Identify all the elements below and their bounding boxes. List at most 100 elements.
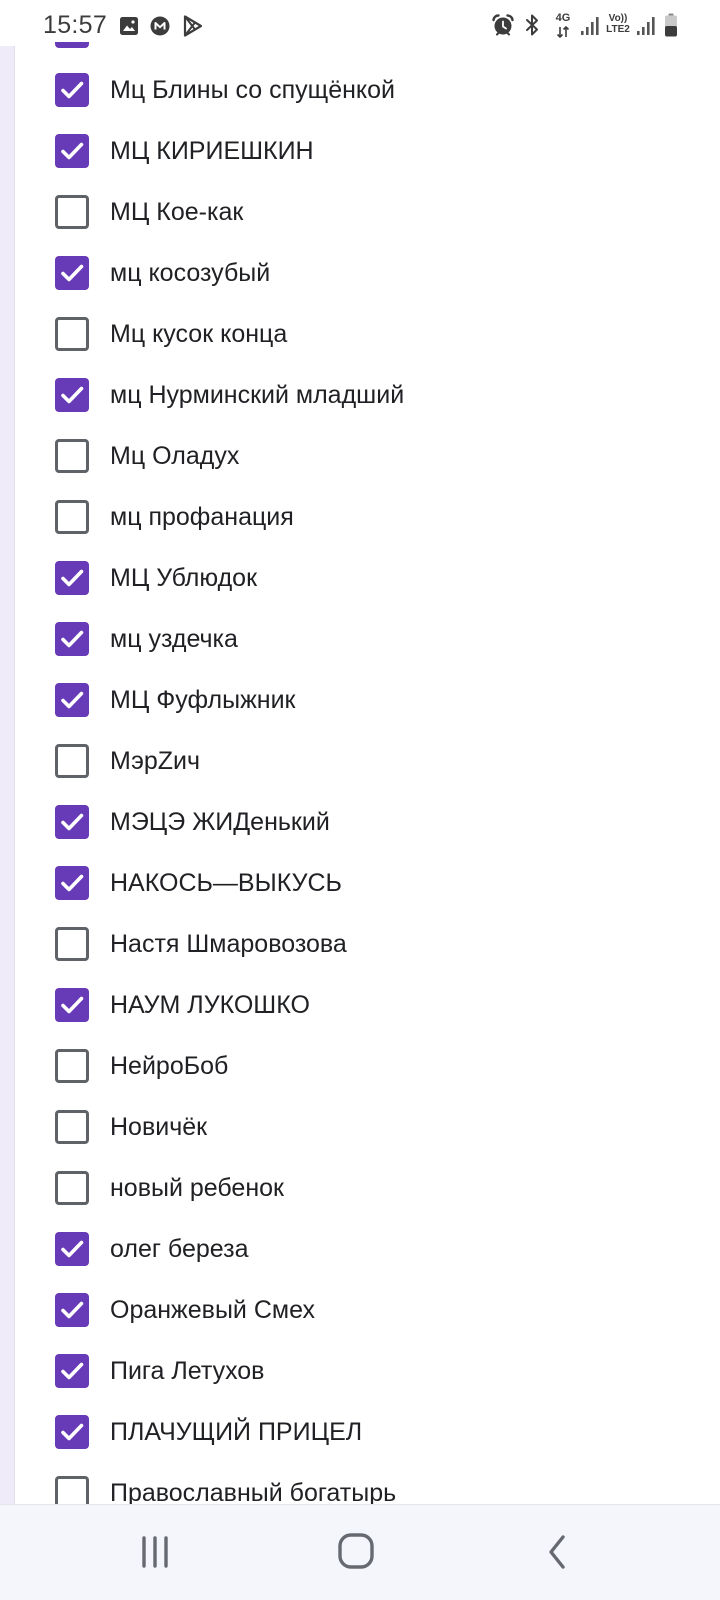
checkbox-checked[interactable]: [55, 1232, 89, 1266]
option-row[interactable]: новый ребенок: [0, 1158, 720, 1219]
data-arrows-icon: [556, 26, 570, 38]
check-icon: [61, 996, 84, 1014]
volte-bottom-label: LTE2: [606, 24, 630, 35]
check-icon: [61, 81, 84, 99]
checkbox-checked[interactable]: [55, 256, 89, 290]
option-row[interactable]: МЦ Фуфлыжник: [0, 670, 720, 731]
option-label: НАКОСЬ—ВЫКУСЬ: [110, 869, 342, 897]
check-icon: [61, 813, 84, 831]
check-icon: [61, 874, 84, 892]
checkbox-unchecked[interactable]: [55, 744, 89, 778]
checkbox-checked[interactable]: [55, 805, 89, 839]
option-row[interactable]: Мц Блины со спущёнкой: [0, 60, 720, 121]
option-row[interactable]: ПЛАЧУЩИЙ ПРИЦЕЛ: [0, 1402, 720, 1463]
checkbox-checked[interactable]: [55, 134, 89, 168]
check-icon: [61, 691, 84, 709]
check-icon: [61, 1301, 84, 1319]
check-icon: [61, 1362, 84, 1380]
network-type-label: 4G: [555, 12, 571, 24]
gallery-icon: [120, 17, 138, 35]
option-row[interactable]: МэрZич: [0, 731, 720, 792]
checkbox-unchecked[interactable]: [55, 927, 89, 961]
option-label: Мц кусок конца: [110, 320, 288, 348]
volte-top-label: Vo)): [608, 13, 628, 24]
option-row[interactable]: НейроБоб: [0, 1036, 720, 1097]
checkbox-checked[interactable]: [55, 1415, 89, 1449]
checkbox-checked[interactable]: [55, 73, 89, 107]
check-icon: [61, 569, 84, 587]
option-row[interactable]: МЦ Ублюдок: [0, 548, 720, 609]
option-row[interactable]: мц Нурминский младший: [0, 365, 720, 426]
option-label: Пига Летухов: [110, 1357, 265, 1385]
form-background-strip: [0, 46, 15, 1504]
option-row[interactable]: Мц Оладух: [0, 426, 720, 487]
m-logo-icon: [150, 16, 170, 36]
checkbox-checked[interactable]: [55, 1293, 89, 1327]
option-row[interactable]: МЦ КИРИЕШКИН: [0, 121, 720, 182]
checkbox-unchecked[interactable]: [55, 439, 89, 473]
mobile-data-icon: 4G: [551, 11, 575, 39]
option-label: Мц Блины со спущёнкой: [110, 76, 396, 104]
checkbox-unchecked[interactable]: [55, 1171, 89, 1205]
option-label: МЭЦЭ ЖИДенький: [110, 808, 330, 836]
signal-icon: [581, 17, 599, 35]
option-row[interactable]: мц уздечка: [0, 609, 720, 670]
back-icon[interactable]: [546, 1534, 568, 1570]
option-label: мц косозубый: [110, 259, 271, 287]
option-label: МЦ Фуфлыжник: [110, 686, 296, 714]
checkbox-checked[interactable]: [55, 1354, 89, 1388]
check-icon: [61, 1423, 84, 1441]
checkbox-checked[interactable]: [55, 683, 89, 717]
checkbox-checked[interactable]: [55, 378, 89, 412]
option-label: МЦ КИРИЕШКИН: [110, 137, 314, 165]
option-label: МЦ Ублюдок: [110, 564, 258, 592]
option-label: ПЛАЧУЩИЙ ПРИЦЕЛ: [110, 1418, 363, 1446]
option-label: НейроБоб: [110, 1052, 229, 1080]
volte-icon: Vo)) LTE2: [603, 13, 633, 37]
option-row[interactable]: НАКОСЬ—ВЫКУСЬ: [0, 853, 720, 914]
check-icon: [61, 1240, 84, 1258]
check-icon: [61, 142, 84, 160]
recent-apps-icon[interactable]: [139, 1535, 171, 1569]
option-row[interactable]: олег береза: [0, 1219, 720, 1280]
checkbox-checked[interactable]: [55, 866, 89, 900]
signal-icon: [637, 17, 655, 35]
navigation-bar: [0, 1504, 720, 1600]
checkbox-checked[interactable]: [55, 988, 89, 1022]
option-row[interactable]: МЭЦЭ ЖИДенький: [0, 792, 720, 853]
checkbox-unchecked[interactable]: [55, 1049, 89, 1083]
option-row[interactable]: Оранжевый Смех: [0, 1280, 720, 1341]
option-label: НАУМ ЛУКОШКО: [110, 991, 310, 1019]
play-store-icon: [183, 15, 203, 37]
checkbox-unchecked[interactable]: [55, 317, 89, 351]
check-icon: [61, 630, 84, 648]
check-icon: [61, 264, 84, 282]
option-row[interactable]: мц косозубый: [0, 243, 720, 304]
option-row[interactable]: МЦ Кое-как: [0, 182, 720, 243]
option-row[interactable]: НАУМ ЛУКОШКО: [0, 975, 720, 1036]
option-row[interactable]: Настя Шмаровозова: [0, 914, 720, 975]
battery-icon: [665, 13, 677, 37]
checkbox-unchecked[interactable]: [55, 1110, 89, 1144]
battery-fill: [665, 26, 677, 37]
home-icon[interactable]: [337, 1532, 375, 1570]
option-row[interactable]: Мц кусок конца: [0, 304, 720, 365]
option-row[interactable]: Новичёк: [0, 1097, 720, 1158]
checkbox-checked[interactable]: [55, 561, 89, 595]
option-row[interactable]: мц профанация: [0, 487, 720, 548]
bluetooth-icon: [526, 14, 538, 36]
option-row[interactable]: Пига Летухов: [0, 1341, 720, 1402]
option-label: олег береза: [110, 1235, 249, 1263]
checkbox-checked[interactable]: [55, 622, 89, 656]
checkbox-unchecked[interactable]: [55, 500, 89, 534]
option-label: Мц Оладух: [110, 442, 240, 470]
status-bar: 15:57 4G Vo)) LTE2: [0, 0, 720, 42]
option-label: новый ребенок: [110, 1174, 284, 1202]
option-label: мц профанация: [110, 503, 294, 531]
check-icon: [61, 386, 84, 404]
option-label: МэрZич: [110, 747, 201, 775]
option-label: МЦ Кое-как: [110, 198, 244, 226]
checkbox-unchecked[interactable]: [55, 195, 89, 229]
option-label: мц уздечка: [110, 625, 238, 653]
option-label: Оранжевый Смех: [110, 1296, 315, 1324]
